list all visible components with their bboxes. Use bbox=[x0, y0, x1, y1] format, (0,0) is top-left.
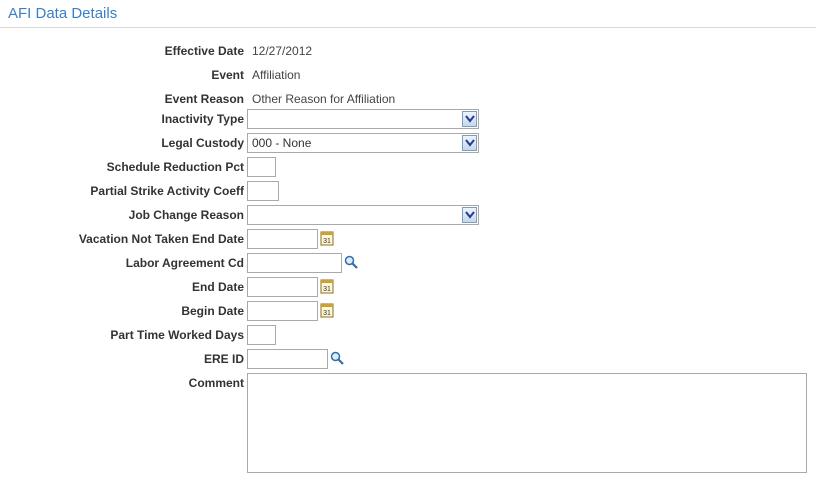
schedule-reduction-pct-input[interactable] bbox=[247, 157, 276, 177]
begin-date-label: Begin Date bbox=[181, 304, 244, 318]
svg-text:31: 31 bbox=[323, 238, 331, 245]
calendar-icon[interactable]: 31 bbox=[320, 302, 334, 318]
ere-id-label: ERE ID bbox=[203, 352, 244, 366]
magnifier-lookup-icon[interactable] bbox=[330, 351, 344, 367]
page-title: AFI Data Details bbox=[8, 5, 118, 22]
svg-text:31: 31 bbox=[323, 286, 331, 293]
end-date-label: End Date bbox=[191, 280, 244, 294]
event-value: Affiliation bbox=[252, 68, 301, 82]
event-reason-value: Other Reason for Affiliation bbox=[252, 92, 396, 106]
chevron-down-icon[interactable] bbox=[462, 111, 477, 127]
event-label: Event bbox=[211, 68, 244, 82]
partial-strike-activity-coeff-input[interactable] bbox=[247, 181, 279, 201]
effective-date-value: 12/27/2012 bbox=[252, 44, 313, 58]
partial-strike-activity-coeff-label: Partial Strike Activity Coeff bbox=[90, 184, 244, 198]
comment-label: Comment bbox=[188, 376, 244, 390]
title-divider bbox=[0, 27, 816, 28]
labor-agreement-cd-input[interactable] bbox=[247, 253, 342, 273]
calendar-icon[interactable]: 31 bbox=[320, 278, 334, 294]
schedule-reduction-pct-label: Schedule Reduction Pct bbox=[106, 160, 244, 174]
event-reason-label: Event Reason bbox=[164, 92, 244, 106]
effective-date-label: Effective Date bbox=[164, 44, 244, 58]
job-change-reason-select[interactable] bbox=[247, 205, 479, 225]
end-date-input[interactable] bbox=[247, 277, 318, 297]
vacation-not-taken-end-date-label: Vacation Not Taken End Date bbox=[78, 232, 244, 246]
chevron-down-icon[interactable] bbox=[462, 207, 477, 223]
comment-textarea[interactable] bbox=[247, 373, 807, 473]
inactivity-type-select[interactable] bbox=[247, 109, 479, 129]
magnifier-lookup-icon[interactable] bbox=[344, 255, 358, 271]
ere-id-input[interactable] bbox=[247, 349, 328, 369]
chevron-down-icon[interactable] bbox=[462, 135, 477, 151]
vacation-not-taken-end-date-input[interactable] bbox=[247, 229, 318, 249]
labor-agreement-cd-label: Labor Agreement Cd bbox=[125, 256, 244, 270]
legal-custody-select[interactable]: 000 - None bbox=[247, 133, 479, 153]
part-time-worked-days-input[interactable] bbox=[247, 325, 276, 345]
begin-date-input[interactable] bbox=[247, 301, 318, 321]
svg-text:31: 31 bbox=[323, 310, 331, 317]
job-change-reason-label: Job Change Reason bbox=[128, 208, 244, 222]
part-time-worked-days-label: Part Time Worked Days bbox=[110, 328, 244, 342]
inactivity-type-label: Inactivity Type bbox=[161, 112, 244, 126]
legal-custody-label: Legal Custody bbox=[161, 136, 244, 150]
legal-custody-value: 000 - None bbox=[252, 136, 312, 150]
calendar-icon[interactable]: 31 bbox=[320, 230, 334, 246]
